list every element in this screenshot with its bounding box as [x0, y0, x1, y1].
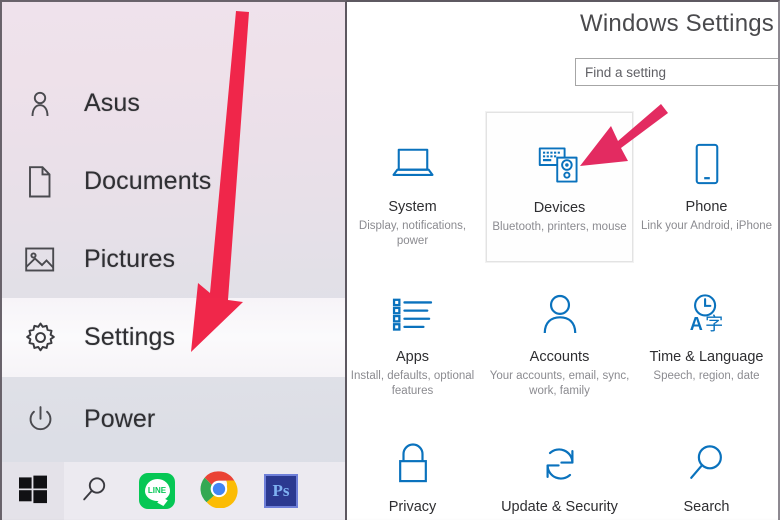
laptop-icon: [390, 138, 436, 190]
person-icon: [540, 288, 580, 340]
tile-title: System: [388, 199, 437, 215]
sidebar-item-label: Pictures: [84, 245, 176, 273]
sidebar-item-label: Power: [84, 405, 156, 433]
sidebar-item-power[interactable]: Power: [2, 380, 345, 459]
tile-title: Search: [683, 499, 730, 515]
chrome-icon: [200, 470, 238, 513]
photoshop-icon: Ps: [264, 474, 298, 508]
start-menu: Asus Documents Pictures Settings Power L…: [0, 0, 347, 520]
svg-text:A: A: [689, 314, 702, 334]
tile-description: Display, notifications, power: [358, 220, 467, 247]
phone-icon: [693, 138, 721, 190]
tile-title: Devices: [533, 200, 586, 216]
tile-description: Install, defaults, optional features: [350, 370, 475, 397]
tile-title: Accounts: [529, 349, 590, 365]
sidebar-item-settings[interactable]: Settings: [2, 298, 345, 377]
search-input[interactable]: [575, 58, 778, 86]
sidebar-item-label: Settings: [84, 323, 176, 351]
settings-tile-devices[interactable]: Devices Bluetooth, printers, mouse: [486, 112, 633, 262]
photoshop-label: Ps: [272, 481, 290, 500]
apps-list-icon: [391, 288, 435, 340]
tile-title: Time & Language: [649, 349, 764, 365]
tile-title: Phone: [685, 199, 728, 215]
sidebar-item-documents[interactable]: Documents: [2, 142, 345, 221]
sidebar-item-label: Asus: [84, 89, 140, 117]
gear-icon: [20, 318, 60, 358]
settings-tile-update-security[interactable]: Update & Security: [486, 412, 633, 520]
devices-icon: [537, 139, 583, 191]
tile-description: Link your Android, iPhone: [640, 220, 773, 232]
search-button[interactable]: [64, 462, 126, 520]
start-button[interactable]: [2, 462, 64, 520]
settings-tile-accounts[interactable]: Accounts Your accounts, email, sync, wor…: [486, 262, 633, 412]
search-magnifier-icon: [686, 438, 728, 490]
search-row: [575, 58, 778, 86]
settings-tile-grid: System Display, notifications, power Dev…: [347, 112, 778, 520]
sidebar-item-label: Documents: [84, 167, 212, 195]
document-icon: [20, 162, 60, 202]
time-language-icon: A 字: [684, 288, 730, 340]
line-app-icon: LINE: [139, 473, 175, 509]
line-app[interactable]: LINE: [126, 462, 188, 520]
search-icon: [80, 474, 110, 509]
page-title: Windows Settings: [580, 10, 774, 37]
settings-tile-privacy[interactable]: Privacy: [347, 412, 486, 520]
screenshot-root: Asus Documents Pictures Settings Power L…: [0, 0, 780, 520]
settings-tile-system[interactable]: System Display, notifications, power: [347, 112, 486, 262]
settings-tile-phone[interactable]: Phone Link your Android, iPhone: [633, 112, 778, 262]
line-app-label: LINE: [144, 479, 170, 501]
sidebar-item-asus[interactable]: Asus: [2, 64, 345, 143]
settings-tile-time-language[interactable]: A 字 Time & Language Speech, region, date: [633, 262, 778, 412]
tile-description: Speech, region, date: [653, 370, 760, 382]
svg-text:字: 字: [705, 314, 723, 335]
photoshop-app[interactable]: Ps: [250, 462, 312, 520]
windows-settings-window: Windows Settings System Display, notific…: [347, 0, 780, 520]
pictures-icon: [20, 240, 60, 280]
chrome-app[interactable]: [188, 462, 250, 520]
tile-title: Apps: [395, 349, 430, 365]
power-icon: [20, 400, 60, 440]
tile-description: Bluetooth, printers, mouse: [492, 221, 627, 233]
tile-title: Privacy: [388, 499, 437, 515]
lock-icon: [394, 438, 432, 490]
tile-title: Update & Security: [501, 499, 618, 515]
settings-tile-search[interactable]: Search: [633, 412, 778, 520]
settings-tile-apps[interactable]: Apps Install, defaults, optional feature…: [347, 262, 486, 412]
tile-description: Your accounts, email, sync, work, family: [489, 370, 630, 397]
windows-logo-icon: [18, 474, 48, 509]
sidebar-item-pictures[interactable]: Pictures: [2, 220, 345, 299]
taskbar: LINE Ps: [2, 462, 345, 520]
refresh-icon: [538, 438, 582, 490]
user-account-icon: [20, 84, 60, 124]
